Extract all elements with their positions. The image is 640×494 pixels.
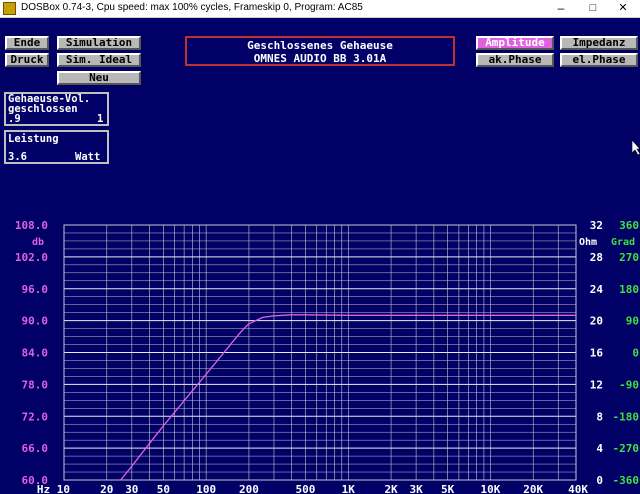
neu-button[interactable]: Neu (57, 71, 141, 85)
frequency-tick-label: 20 (100, 483, 113, 494)
db-tick-label: 66.0 (22, 442, 49, 455)
impedanz-tab[interactable]: Impedanz (560, 36, 638, 50)
frequency-tick-label: 50 (157, 483, 170, 494)
ohm-tick-label: 20 (590, 315, 603, 328)
grad-tick-label: 0 (632, 347, 639, 360)
ohm-tick-label: 8 (596, 410, 603, 423)
sim-ideal-button[interactable]: Sim. Ideal (57, 53, 141, 67)
grad-tick-label: 270 (619, 251, 639, 264)
frequency-tick-label: Hz 10 (37, 483, 70, 494)
frequency-tick-label: 2K (384, 483, 398, 494)
frequency-tick-label: 30 (125, 483, 138, 494)
frequency-response-chart: db Ohm Grad 108.0 102.0 96.0 90.0 84.0 78.0 72… (15, 219, 640, 494)
ohm-tick-label: 0 (596, 474, 603, 487)
ohm-tick-label: 12 (590, 378, 603, 391)
frequency-tick-label: 100 (196, 483, 216, 494)
frequency-tick-label: 40K (568, 483, 588, 494)
db-tick-label: 108.0 (15, 219, 48, 232)
power-box[interactable]: Leistung 3.6 Watt (4, 130, 109, 164)
ohm-unit-label: Ohm (579, 237, 597, 248)
druck-button[interactable]: Druck (5, 53, 49, 67)
db-tick-label: 84.0 (22, 347, 49, 360)
frequency-tick-label: 10K (480, 483, 500, 494)
dosbox-app-icon (3, 2, 16, 15)
ohm-tick-label: 28 (590, 251, 603, 264)
grad-unit-label: Grad (611, 237, 635, 248)
ak-phase-tab[interactable]: ak.Phase (476, 53, 554, 67)
maximize-button[interactable]: □ (578, 0, 608, 17)
grad-tick-label: 180 (619, 283, 639, 296)
frequency-tick-label: 1K (342, 483, 356, 494)
db-tick-label: 72.0 (22, 410, 49, 423)
power-unit: Watt (75, 151, 101, 163)
chart-major-grid (64, 224, 576, 481)
grad-tick-label: 360 (619, 219, 639, 232)
grad-tick-label: -180 (613, 410, 640, 423)
ohm-tick-label: 32 (590, 219, 603, 232)
minimize-button[interactable]: – (546, 0, 576, 17)
simulation-button[interactable]: Simulation (57, 36, 141, 50)
close-button[interactable]: ✕ (608, 0, 638, 17)
window-titlebar: DOSBox 0.74-3, Cpu speed: max 100% cycle… (0, 0, 640, 18)
driver-model-title: OMNES AUDIO BB 3.01A (253, 52, 387, 65)
volume-value: .9 (8, 113, 21, 125)
volume-count: 1 (97, 113, 104, 125)
ohm-tick-label: 16 (590, 347, 604, 360)
frequency-tick-label: 500 (296, 483, 316, 494)
frequency-tick-label: 200 (239, 483, 259, 494)
power-value: 3.6 (8, 151, 27, 163)
ohm-tick-label: 4 (596, 442, 603, 455)
db-tick-label: 96.0 (22, 283, 49, 296)
db-unit-label: db (32, 237, 44, 248)
ende-button[interactable]: Ende (5, 36, 49, 50)
enclosure-type-title: Geschlossenes Gehaeuse (247, 39, 393, 52)
mouse-cursor-icon (632, 140, 640, 156)
db-tick-label: 90.0 (22, 315, 49, 328)
grad-tick-label: -270 (613, 442, 640, 455)
grad-tick-label: 90 (626, 315, 639, 328)
enclosure-volume-box[interactable]: Gehaeuse-Vol. geschlossen .9 1 (4, 92, 109, 126)
frequency-tick-label: 5K (441, 483, 455, 494)
frequency-tick-label: 3K (409, 483, 423, 494)
grad-tick-label: -360 (613, 474, 640, 487)
ohm-tick-label: 24 (590, 283, 604, 296)
window-title: DOSBox 0.74-3, Cpu speed: max 100% cycle… (21, 2, 363, 13)
db-tick-label: 102.0 (15, 251, 48, 264)
amplitude-tab[interactable]: Amplitude (476, 36, 554, 50)
frequency-tick-label: 20K (523, 483, 543, 494)
el-phase-tab[interactable]: el.Phase (560, 53, 638, 67)
power-label: Leistung (8, 133, 59, 145)
grad-tick-label: -90 (619, 378, 639, 391)
db-tick-label: 78.0 (22, 378, 49, 391)
project-title-box: Geschlossenes Gehaeuse OMNES AUDIO BB 3.… (185, 36, 455, 66)
